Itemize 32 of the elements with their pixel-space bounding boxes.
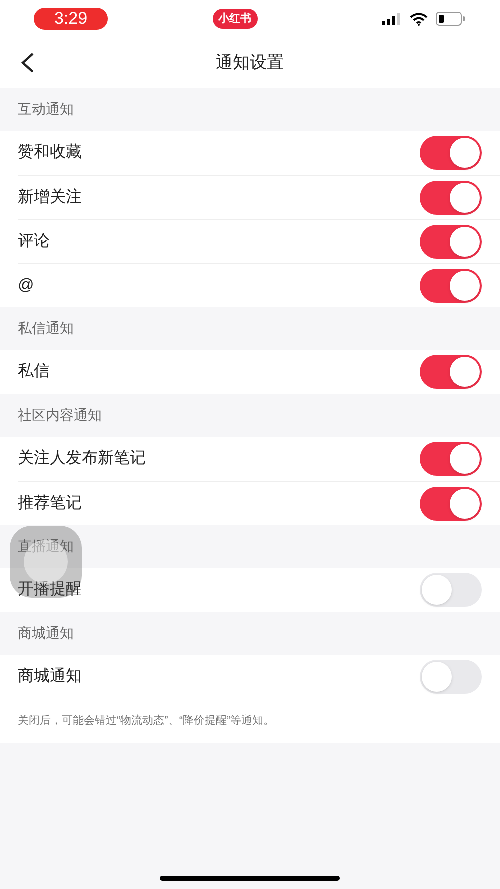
toggle-switch[interactable]: [420, 355, 482, 389]
toggle-switch[interactable]: [420, 268, 482, 302]
footnote: 关闭后，可能会错过“物流动态”、“降价提醒”等通知。: [18, 714, 275, 729]
toggle-switch[interactable]: [420, 180, 482, 214]
setting-label: 推荐笔记: [18, 494, 82, 514]
toggle-switch[interactable]: [420, 660, 482, 694]
section-header: 互动通知: [18, 100, 74, 119]
toggle-switch[interactable]: [420, 486, 482, 520]
toggle-switch[interactable]: [420, 442, 482, 476]
toggle-switch[interactable]: [420, 136, 482, 170]
setting-label: 新增关注: [18, 188, 82, 208]
section-header: 商城通知: [18, 624, 74, 643]
section-header: 社区内容通知: [18, 406, 102, 425]
back-button[interactable]: [20, 52, 36, 74]
battery-icon: [436, 12, 466, 26]
setting-label: 评论: [18, 232, 50, 252]
toggle-switch[interactable]: [420, 573, 482, 607]
setting-label: 开播提醒: [18, 580, 82, 600]
setting-label: 私信: [18, 362, 50, 382]
toggle-switch[interactable]: [420, 224, 482, 258]
setting-label: 赞和收藏: [18, 142, 82, 163]
setting-label: 商城通知: [18, 666, 82, 687]
page-title: 通知设置: [216, 52, 284, 74]
section-header: 直播通知: [18, 537, 74, 556]
status-time: 3:29: [34, 8, 108, 30]
signal-icon: [382, 13, 402, 25]
app-badge: 小红书: [212, 9, 258, 29]
section-header: 私信通知: [18, 319, 74, 338]
assistive-touch-button[interactable]: [10, 526, 82, 598]
setting-label: @: [18, 276, 34, 296]
wifi-icon: [410, 12, 428, 26]
setting-label: 关注人发布新笔记: [18, 448, 146, 469]
